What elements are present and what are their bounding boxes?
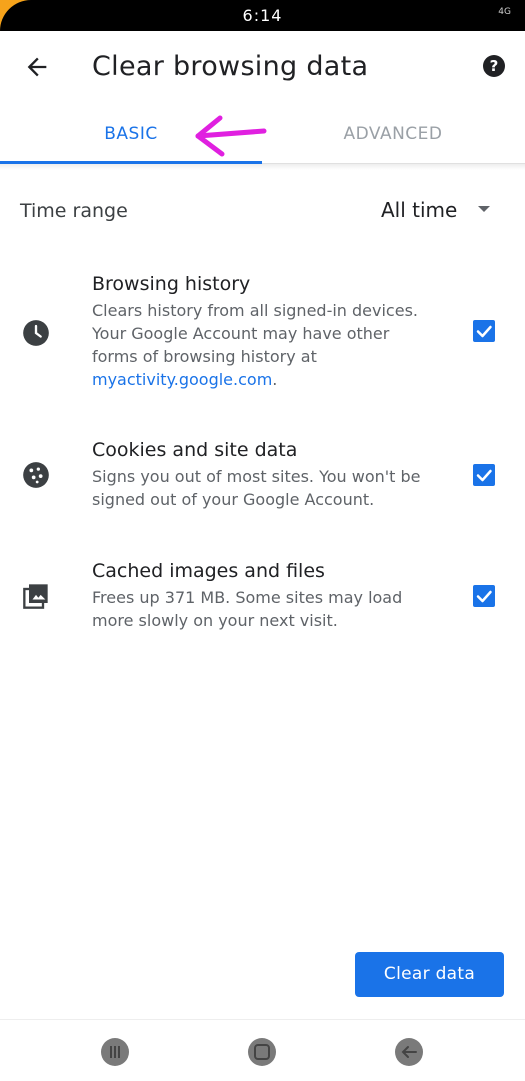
tab-advanced[interactable]: ADVANCED bbox=[262, 105, 524, 163]
option-description: Signs you out of most sites. You won't b… bbox=[92, 467, 421, 509]
myactivity-link[interactable]: myactivity.google.com bbox=[92, 370, 272, 389]
option-title: Cached images and files bbox=[92, 560, 325, 582]
time-range-value[interactable]: All time bbox=[381, 198, 457, 222]
clear-data-button[interactable]: Clear data bbox=[355, 952, 504, 997]
status-time: 6:14 bbox=[242, 6, 283, 25]
option-browsing-history[interactable]: Browsing history Clears history from all… bbox=[0, 273, 525, 403]
home-button[interactable] bbox=[248, 1038, 276, 1066]
app-bar: Clear browsing data ? bbox=[0, 31, 525, 105]
home-icon bbox=[254, 1044, 270, 1060]
help-icon: ? bbox=[489, 57, 499, 75]
signal-icon: 4G bbox=[498, 7, 511, 17]
annotation-arrow-icon bbox=[195, 115, 267, 157]
clock-icon bbox=[23, 320, 49, 346]
time-range-label: Time range bbox=[20, 200, 128, 222]
time-range-row[interactable]: Time range All time bbox=[0, 190, 525, 232]
page-title: Clear browsing data bbox=[92, 51, 369, 82]
recents-icon bbox=[110, 1046, 120, 1058]
option-cached-images[interactable]: Cached images and files Frees up 371 MB.… bbox=[0, 560, 525, 650]
checkbox-cookies[interactable] bbox=[473, 464, 495, 486]
divider-shadow bbox=[0, 164, 525, 170]
nav-back-icon bbox=[401, 1046, 417, 1058]
system-nav-bar bbox=[0, 1019, 525, 1081]
checkbox-browsing-history[interactable] bbox=[473, 320, 495, 342]
cookie-icon bbox=[23, 462, 49, 488]
status-bar: 6:14 4G bbox=[0, 0, 525, 31]
image-icon bbox=[23, 584, 48, 609]
option-description: Frees up 371 MB. Some sites may load mor… bbox=[92, 588, 403, 630]
dropdown-caret-icon[interactable] bbox=[478, 206, 490, 212]
help-button[interactable]: ? bbox=[483, 55, 505, 77]
option-cookies[interactable]: Cookies and site data Signs you out of m… bbox=[0, 439, 525, 529]
nav-back-button[interactable] bbox=[395, 1038, 423, 1066]
recents-button[interactable] bbox=[101, 1038, 129, 1066]
option-title: Cookies and site data bbox=[92, 439, 298, 461]
back-button[interactable] bbox=[20, 53, 54, 83]
option-title: Browsing history bbox=[92, 273, 251, 295]
checkbox-cached-images[interactable] bbox=[473, 585, 495, 607]
option-description: Clears history from all signed-in device… bbox=[92, 301, 418, 389]
arrow-back-icon bbox=[27, 57, 47, 77]
